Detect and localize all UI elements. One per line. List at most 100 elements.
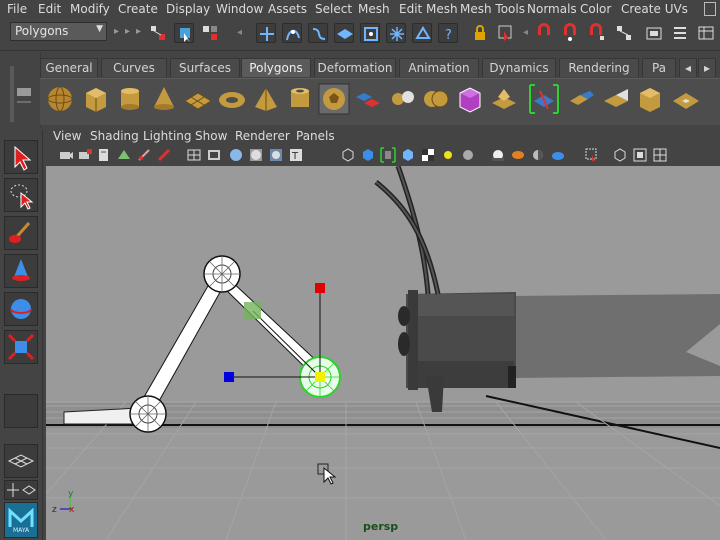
menu-set-dropdown[interactable]: Polygons ▼ <box>10 22 107 41</box>
xray-icon[interactable] <box>360 147 376 163</box>
panel-menu-renderer[interactable]: Renderer <box>235 129 290 143</box>
smooth-shade-icon[interactable] <box>248 147 264 163</box>
select-highlight-icon[interactable] <box>496 23 516 43</box>
menu-window[interactable]: Window <box>216 2 263 16</box>
menu-modify[interactable]: Modify <box>70 2 110 16</box>
panel-menu-view[interactable]: View <box>53 129 81 143</box>
panel-menu-panels[interactable]: Panels <box>296 129 335 143</box>
two-d-pan-icon[interactable] <box>136 147 152 163</box>
menu-mesh-tools[interactable]: Mesh Tools <box>460 2 525 16</box>
wireframe-icon[interactable] <box>228 147 244 163</box>
textured-icon[interactable]: T <box>288 147 304 163</box>
poly-cube-icon[interactable] <box>80 83 112 115</box>
collapse-arrow-icon[interactable]: ▸ <box>114 26 119 37</box>
tab-animation[interactable]: Animation <box>399 58 479 77</box>
manip-center-handle[interactable] <box>315 372 325 382</box>
select-tool-icon[interactable] <box>4 140 38 174</box>
panel-menu-shading[interactable]: Shading <box>90 129 139 143</box>
last-tool-slot[interactable] <box>4 394 38 428</box>
lock-icon[interactable] <box>470 23 490 43</box>
poly-torus-icon[interactable] <box>216 83 248 115</box>
menu-create[interactable]: Create <box>118 2 158 16</box>
append-polygon-icon[interactable] <box>600 83 632 115</box>
collapse-arrow-icon[interactable]: ▸ <box>125 26 130 37</box>
camera-select-icon[interactable] <box>58 147 74 163</box>
select-hierarchy-icon[interactable] <box>148 23 168 43</box>
menu-color[interactable]: Color <box>580 2 611 16</box>
motion-blur-icon[interactable] <box>490 147 506 163</box>
paint-select-icon[interactable] <box>4 216 38 250</box>
multi-cut-icon[interactable] <box>528 83 560 115</box>
poly-plane-icon[interactable] <box>182 83 214 115</box>
lighting-icon[interactable] <box>440 147 456 163</box>
construction-history-icon[interactable] <box>614 23 634 43</box>
combine-icon[interactable] <box>352 83 384 115</box>
hdr-icon[interactable] <box>550 147 566 163</box>
tab-general[interactable]: General <box>40 58 98 77</box>
tab-rendering[interactable]: Rendering <box>559 58 639 77</box>
multisample-icon[interactable] <box>510 147 526 163</box>
extrude-icon[interactable] <box>488 83 520 115</box>
menu-edit[interactable]: Edit <box>38 2 61 16</box>
menu-select[interactable]: Select <box>315 2 352 16</box>
tab-polygons[interactable]: Polygons <box>241 58 311 77</box>
make-live-icon[interactable] <box>386 23 406 43</box>
arm-mesh[interactable] <box>398 290 720 412</box>
tab-surfaces[interactable]: Surfaces <box>170 58 240 77</box>
snap-together-icon[interactable] <box>560 23 580 43</box>
snap-curve-icon[interactable] <box>282 23 302 43</box>
shadows-icon[interactable] <box>420 147 436 163</box>
grease-pencil-icon[interactable] <box>156 147 172 163</box>
field-chart-icon[interactable] <box>652 147 668 163</box>
film-gate-icon[interactable] <box>206 147 222 163</box>
collapse-arrow-icon[interactable]: ◂ <box>237 27 242 38</box>
panel-menu-lighting[interactable]: Lighting <box>143 129 192 143</box>
menu-create-uvs[interactable]: Create UVs <box>621 2 688 16</box>
poly-cone-icon[interactable] <box>148 83 180 115</box>
snap-vertex-icon[interactable] <box>586 23 606 43</box>
tab-dynamics[interactable]: Dynamics <box>482 58 556 77</box>
layout-single-icon[interactable] <box>4 444 38 478</box>
select-component-icon[interactable] <box>200 23 220 43</box>
render-view-icon[interactable] <box>644 23 664 43</box>
attribute-editor-icon[interactable] <box>670 23 690 43</box>
menu-normals[interactable]: Normals <box>527 2 577 16</box>
shelf-handle[interactable] <box>0 52 41 128</box>
collapse-arrow-icon[interactable]: ◂ <box>523 27 528 38</box>
layout-split-icon[interactable] <box>4 480 38 500</box>
channel-box-icon[interactable] <box>696 23 716 43</box>
snap-point-icon[interactable] <box>308 23 328 43</box>
poly-pipe-icon[interactable] <box>284 83 316 115</box>
scale-tool-icon[interactable] <box>4 330 38 364</box>
bookmark-icon[interactable] <box>96 147 112 163</box>
fill-hole-icon[interactable] <box>670 83 702 115</box>
snap-view-plane-icon[interactable] <box>334 23 354 43</box>
manip-y-handle[interactable] <box>315 283 325 293</box>
bevel-icon[interactable] <box>634 83 666 115</box>
image-plane-icon[interactable] <box>116 147 132 163</box>
wireframe-on-shaded-icon[interactable] <box>268 147 284 163</box>
manip-z-handle[interactable] <box>224 372 234 382</box>
menu-assets[interactable]: Assets <box>268 2 307 16</box>
help-icon[interactable]: ? <box>438 23 458 43</box>
boolean-icon[interactable] <box>420 83 452 115</box>
tab-deformation[interactable]: Deformation <box>314 58 396 77</box>
depth-of-field-icon[interactable] <box>530 147 546 163</box>
lasso-tool-icon[interactable] <box>4 178 38 212</box>
xray-joints-icon[interactable] <box>400 147 416 163</box>
isolate-select-icon[interactable] <box>340 147 356 163</box>
menu-mesh[interactable]: Mesh <box>358 2 390 16</box>
poly-sphere-icon[interactable] <box>44 83 76 115</box>
separate-icon[interactable] <box>386 83 418 115</box>
menu-edit-mesh[interactable]: Edit Mesh <box>399 2 458 16</box>
grid-icon[interactable] <box>186 147 202 163</box>
xray-active-icon[interactable] <box>380 147 396 163</box>
snap-grid-icon[interactable] <box>256 23 276 43</box>
rotate-tool-icon[interactable] <box>4 292 38 326</box>
move-tool-icon[interactable] <box>4 254 38 288</box>
select-camera-icon[interactable] <box>584 147 600 163</box>
ambient-occlusion-icon[interactable] <box>460 147 476 163</box>
panel-toggle-icon[interactable] <box>704 2 716 16</box>
select-object-icon[interactable] <box>174 23 194 43</box>
bridge-icon[interactable] <box>566 83 598 115</box>
